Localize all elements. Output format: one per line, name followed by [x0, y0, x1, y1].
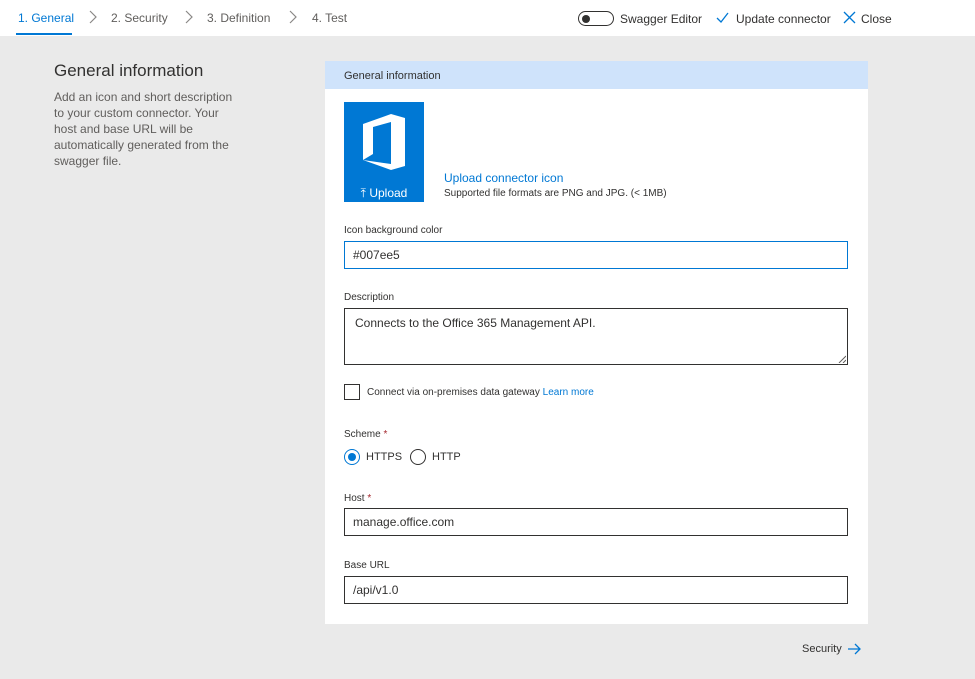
base-url-label: Base URL — [344, 560, 390, 571]
scheme-radio-http[interactable] — [410, 449, 426, 465]
gateway-label-text: Connect via on-premises data gateway — [367, 387, 540, 398]
chevron-right-icon — [185, 10, 193, 24]
scheme-label: Scheme * — [344, 429, 387, 440]
learn-more-link[interactable]: Learn more — [543, 387, 594, 398]
top-bar: 1. General 2. Security 3. Definition 4. … — [0, 0, 975, 36]
base-url-input[interactable] — [344, 576, 848, 604]
chevron-right-icon — [289, 10, 297, 24]
required-mark: * — [383, 429, 388, 440]
tab-test[interactable]: 4. Test — [312, 11, 347, 25]
scheme-option-http-label[interactable]: HTTP — [432, 451, 461, 463]
close-button[interactable]: Close — [861, 12, 892, 26]
section-description: Add an icon and short description to you… — [54, 90, 233, 168]
office-logo-icon — [363, 114, 405, 170]
upload-connector-icon-link[interactable]: Upload connector icon — [444, 171, 563, 185]
upload-arrow-icon: ⤒ — [360, 186, 366, 200]
next-security-link[interactable]: Security — [802, 643, 842, 655]
gateway-checkbox[interactable] — [344, 384, 360, 400]
radio-selected-dot — [348, 453, 356, 461]
scheme-option-https-label[interactable]: HTTPS — [366, 451, 402, 463]
description-textarea[interactable]: Connects to the Office 365 Management AP… — [344, 308, 848, 365]
card-header: General information — [325, 61, 868, 89]
close-icon — [843, 11, 856, 24]
general-info-card: General information ⤒ Upload Upload conn… — [325, 61, 868, 624]
icon-background-color-input[interactable] — [344, 241, 848, 269]
card-header-title: General information — [344, 70, 441, 82]
upload-hint-text: Supported file formats are PNG and JPG. … — [444, 188, 667, 199]
host-input[interactable] — [344, 508, 848, 536]
active-tab-indicator — [16, 33, 72, 35]
tab-general[interactable]: 1. General — [18, 11, 74, 25]
scheme-label-text: Scheme — [344, 429, 381, 440]
connector-icon-upload-tile[interactable]: ⤒ Upload — [344, 102, 424, 202]
section-title: General information — [54, 61, 204, 80]
host-label-text: Host — [344, 493, 365, 504]
host-label: Host * — [344, 493, 371, 504]
update-connector-button[interactable]: Update connector — [736, 12, 831, 26]
swagger-editor-label[interactable]: Swagger Editor — [620, 12, 702, 26]
toggle-knob — [582, 14, 590, 23]
resize-grip-icon[interactable] — [838, 355, 846, 363]
description-label: Description — [344, 292, 395, 303]
required-mark: * — [367, 493, 372, 504]
chevron-right-icon — [89, 10, 97, 24]
tab-definition[interactable]: 3. Definition — [207, 11, 270, 25]
checkmark-icon — [716, 12, 729, 23]
upload-button-label: Upload — [369, 186, 408, 200]
upload-button[interactable]: ⤒ Upload — [344, 186, 424, 201]
swagger-editor-toggle[interactable] — [578, 11, 614, 26]
icon-background-color-label: Icon background color — [344, 225, 443, 236]
arrow-right-icon[interactable] — [847, 642, 861, 656]
tab-security[interactable]: 2. Security — [111, 11, 168, 25]
gateway-label: Connect via on-premises data gateway Lea… — [367, 387, 594, 398]
scheme-radio-https[interactable] — [344, 449, 360, 465]
